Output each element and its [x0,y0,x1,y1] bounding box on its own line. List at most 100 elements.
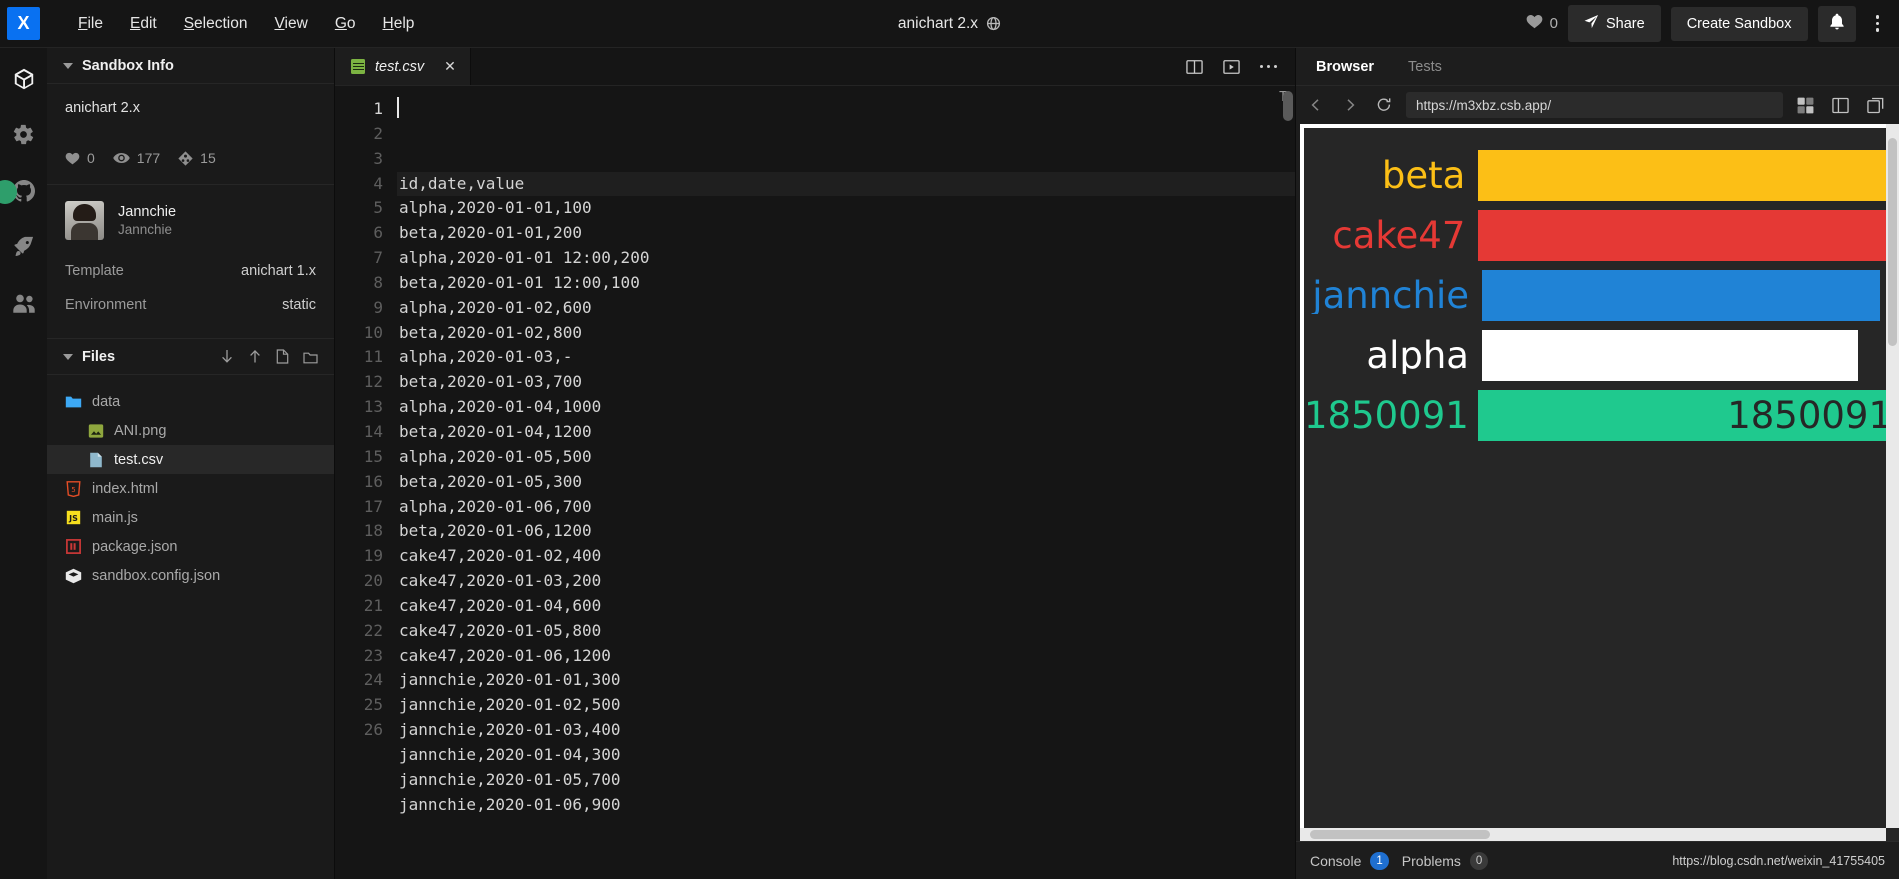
author-row[interactable]: Jannchie Jannchie [47,185,334,254]
preview-viewport[interactable]: beta cake47 jannchie alpha 1850091 1850091 [1300,124,1899,841]
author-username: Jannchie [118,222,173,237]
notifications-button[interactable] [1817,5,1856,42]
code-line[interactable]: jannchie,2020-01-01,300 [397,668,1295,693]
close-icon[interactable]: ✕ [444,58,456,75]
preview-vertical-scrollbar[interactable] [1886,124,1899,828]
codesandbox-ide: X File Edit Selection View Go Help anich… [0,0,1899,879]
sidebar-item-github[interactable] [0,178,39,208]
chevron-right-icon[interactable] [1338,93,1362,117]
stat-likes-value: 0 [87,150,95,166]
responsive-icon[interactable] [1793,93,1817,117]
share-button[interactable]: Share [1568,5,1661,42]
preview-horizontal-scrollbar[interactable] [1300,828,1886,841]
code-line[interactable]: alpha,2020-01-03,- [397,345,1295,370]
more-vertical-icon[interactable] [1866,9,1890,38]
code-line[interactable]: beta,2020-01-01 12:00,100 [397,271,1295,296]
file-row-ani-png[interactable]: ANI.png [47,416,334,445]
code-line[interactable]: beta,2020-01-04,1200 [397,420,1295,445]
code-content[interactable]: id,date,value alpha,2020-01-01,100 beta,20… [397,86,1295,879]
code-line[interactable]: jannchie,2020-01-06,900 [397,793,1295,818]
sandbox-name: anichart 2.x [65,100,140,116]
more-horizontal-icon[interactable] [1259,64,1277,69]
code-line[interactable]: alpha,2020-01-02,600 [397,296,1295,321]
new-folder-icon[interactable] [303,350,318,364]
preview-icon[interactable] [1222,59,1240,75]
file-row-package-json[interactable]: package.json [47,532,334,561]
file-label: sandbox.config.json [92,567,221,584]
menu-item-go[interactable]: Go [323,10,368,38]
code-line[interactable]: jannchie,2020-01-02,500 [397,693,1295,718]
stat-likes[interactable]: 0 [65,150,95,166]
sidebar-item-settings[interactable] [9,122,39,152]
split-view-icon[interactable] [1828,93,1852,117]
menu-item-view[interactable]: View [262,10,319,38]
line-number: 3 [373,148,383,168]
code-line[interactable]: jannchie,2020-01-05,700 [397,768,1295,793]
menu-item-selection[interactable]: Selection [172,10,260,38]
code-line[interactable]: alpha,2020-01-05,500 [397,445,1295,470]
line-number: 20 [363,571,383,591]
console-count-badge: 1 [1370,851,1389,870]
code-line[interactable]: cake47,2020-01-06,1200 [397,644,1295,669]
code-line[interactable]: cake47,2020-01-04,600 [397,594,1295,619]
sidebar-item-live[interactable] [9,290,39,320]
fork-icon [178,150,193,166]
sandbox-info-header[interactable]: Sandbox Info [47,48,334,84]
code-line[interactable]: id,date,value [397,171,1295,197]
code-line[interactable]: alpha,2020-01-01,100 [397,196,1295,221]
create-sandbox-button[interactable]: Create Sandbox [1670,6,1808,41]
file-row-sandbox-config-json[interactable]: sandbox.config.json [47,561,334,590]
problems-button[interactable]: Problems 0 [1402,851,1489,870]
files-header[interactable]: Files [47,339,334,375]
stat-forks: 15 [178,150,216,166]
file-row-data[interactable]: data [47,387,334,416]
split-pane-icon[interactable] [1185,59,1203,75]
code-line[interactable]: alpha,2020-01-04,1000 [397,395,1295,420]
app-logo[interactable]: X [7,7,40,40]
tab-browser[interactable]: Browser [1316,59,1374,75]
line-number: 1 [373,99,383,118]
codesandbox-file-icon [65,567,82,584]
upload-icon[interactable] [248,349,262,364]
menu-item-help[interactable]: Help [371,10,427,38]
code-line[interactable]: jannchie,2020-01-04,300 [397,743,1295,768]
new-window-icon[interactable] [1863,93,1887,117]
sidebar-item-sandbox-explorer[interactable] [9,66,39,96]
share-label: Share [1606,15,1645,32]
new-file-icon[interactable] [276,349,289,364]
eye-icon [113,152,130,164]
code-line[interactable]: cake47,2020-01-02,400 [397,544,1295,569]
code-line[interactable]: jannchie,2020-01-03,400 [397,718,1295,743]
code-line[interactable]: alpha,2020-01-01 12:00,200 [397,246,1295,271]
url-input[interactable]: https://m3xbz.csb.app/ [1406,92,1783,118]
file-row-index-html[interactable]: 5 index.html [47,474,334,503]
globe-icon[interactable] [986,16,1001,31]
code-line[interactable]: beta,2020-01-06,1200 [397,519,1295,544]
code-line[interactable]: cake47,2020-01-03,200 [397,569,1295,594]
code-line[interactable]: alpha,2020-01-06,700 [397,495,1295,520]
file-row-main-js[interactable]: JS main.js [47,503,334,532]
code-line[interactable]: beta,2020-01-03,700 [397,370,1295,395]
reload-icon[interactable] [1372,93,1396,117]
bar-rows: beta cake47 jannchie alpha 1850091 1850091 [1304,128,1899,441]
editor-scrollbar[interactable] [1283,91,1293,121]
menu-item-edit[interactable]: Edit [118,10,169,38]
sidebar-item-deploy[interactable] [9,234,39,264]
code-line[interactable]: beta,2020-01-05,300 [397,470,1295,495]
like-button[interactable]: 0 [1526,14,1558,33]
chevron-left-icon[interactable] [1304,93,1328,117]
editor-tab-test-csv[interactable]: test.csv ✕ [335,48,471,85]
download-icon[interactable] [220,349,234,364]
console-label: Console [1310,852,1362,869]
code-line[interactable]: beta,2020-01-01,200 [397,221,1295,246]
code-editor[interactable]: 1 2 3 4 5 6 7 8 9 10 11 12 13 14 15 16 17 18 19 20 21 22 23 24 2… [335,86,1295,879]
code-line[interactable]: cake47,2020-01-05,800 [397,619,1295,644]
file-row-test-csv[interactable]: test.csv [47,445,334,474]
tab-tests[interactable]: Tests [1408,59,1442,75]
code-line[interactable]: beta,2020-01-02,800 [397,321,1295,346]
bar-fill: 1850091 [1478,390,1899,441]
console-button[interactable]: Console 1 [1310,851,1389,870]
sandbox-title[interactable]: anichart 2.x [898,15,978,33]
menu-item-file[interactable]: File [66,10,115,38]
line-number: 2 [373,123,383,143]
